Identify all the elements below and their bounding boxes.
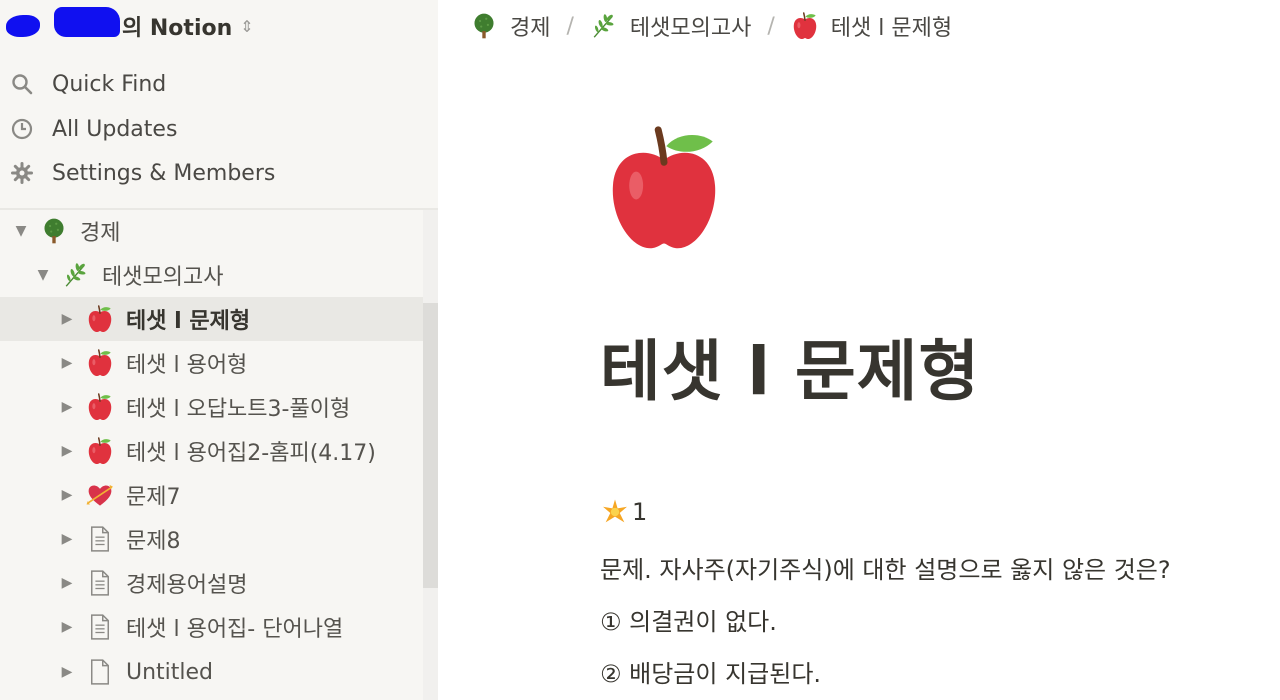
apple-icon bbox=[86, 393, 114, 421]
page-icon bbox=[86, 525, 114, 553]
breadcrumb-tesat-problem[interactable]: 테샛 l 문제형 bbox=[791, 10, 952, 42]
herb-icon bbox=[590, 12, 618, 40]
toggle-collapsed-icon[interactable]: ▶ bbox=[60, 619, 74, 635]
page-icon bbox=[86, 569, 114, 597]
tree-item-label: 테샛 l 용어형 bbox=[126, 353, 248, 378]
tree-item-label: 테샛 l 오답노트3-풀이형 bbox=[126, 397, 351, 422]
question-text[interactable]: 문제. 자사주(자기주식)에 대한 설명으로 옳지 않은 것은? bbox=[600, 550, 1171, 585]
tree-item-tesat-term[interactable]: ▶ 테샛 l 용어형 bbox=[0, 341, 423, 385]
tree-item-tesat-word-list[interactable]: ▶ 테샛 l 용어집- 단어나열 bbox=[0, 605, 423, 649]
settings-members-button[interactable]: Settings & Members bbox=[0, 151, 438, 195]
toggle-collapsed-icon[interactable]: ▶ bbox=[60, 311, 74, 327]
tree-item-label: 경제용어설명 bbox=[126, 573, 248, 598]
chevron-updown-icon: ⇕ bbox=[240, 16, 254, 36]
tree-item-label: 테샛 l 용어집2-홈피(4.17) bbox=[126, 441, 376, 466]
breadcrumb-separator: / bbox=[767, 13, 775, 39]
tree-item-label: 테샛 l 문제형 bbox=[126, 309, 251, 334]
tree-item-tesat-wrong-note[interactable]: ▶ 테샛 l 오답노트3-풀이형 bbox=[0, 385, 423, 429]
workspace-name: 의 Notion bbox=[122, 16, 233, 41]
breadcrumb-separator: / bbox=[566, 13, 574, 39]
apple-icon bbox=[86, 437, 114, 465]
sidebar: 의 Notion ⇕ Quick Find All Updates Settin… bbox=[0, 0, 438, 700]
heart-arrow-icon bbox=[86, 481, 114, 509]
tree-item-econ-terms[interactable]: ▶ 경제용어설명 bbox=[0, 561, 423, 605]
tree-item-label: 테샛모의고사 bbox=[102, 265, 224, 290]
breadcrumb: 경제 / 테샛모의고사 / 테샛 l 문제형 bbox=[438, 0, 1280, 52]
toggle-expanded-icon[interactable]: ▼ bbox=[36, 267, 50, 283]
page-icon bbox=[86, 613, 114, 641]
tree-item-economy[interactable]: ▼ 경제 bbox=[0, 209, 423, 253]
settings-members-label: Settings & Members bbox=[52, 160, 276, 186]
tree-item-tesat-glossary2[interactable]: ▶ 테샛 l 용어집2-홈피(4.17) bbox=[0, 429, 423, 473]
toggle-collapsed-icon[interactable]: ▶ bbox=[60, 664, 74, 680]
toggle-collapsed-icon[interactable]: ▶ bbox=[60, 531, 74, 547]
tree-item-problem7[interactable]: ▶ 문제7 bbox=[0, 473, 423, 517]
redacted-name bbox=[54, 7, 120, 37]
tree-item-label: 경제 bbox=[80, 221, 121, 246]
breadcrumb-tesat-mock[interactable]: 테샛모의고사 bbox=[590, 10, 751, 42]
search-icon bbox=[10, 72, 34, 96]
tree-item-label: Untitled bbox=[126, 659, 214, 685]
apple-icon bbox=[86, 305, 114, 333]
star-icon bbox=[602, 499, 628, 525]
tree-icon bbox=[40, 217, 68, 245]
toggle-collapsed-icon[interactable]: ▶ bbox=[60, 575, 74, 591]
tree-item-label: 문제7 bbox=[126, 485, 181, 510]
apple-icon bbox=[791, 12, 819, 40]
breadcrumb-label: 경제 bbox=[510, 16, 551, 41]
toggle-collapsed-icon[interactable]: ▶ bbox=[60, 443, 74, 459]
breadcrumb-label: 테샛 l 문제형 bbox=[830, 16, 953, 41]
quick-find-button[interactable]: Quick Find bbox=[0, 62, 438, 106]
gear-icon bbox=[10, 161, 34, 185]
sidebar-scrollbar-thumb[interactable] bbox=[423, 303, 438, 588]
toggle-collapsed-icon[interactable]: ▶ bbox=[60, 399, 74, 415]
page-apple-icon[interactable] bbox=[606, 124, 722, 254]
tree-item-tesat-mock[interactable]: ▼ 테샛모의고사 bbox=[0, 253, 423, 297]
question-heading[interactable]: 1 bbox=[602, 498, 647, 526]
option-2[interactable]: ② 배당금이 지급된다. bbox=[600, 654, 821, 689]
apple-icon bbox=[86, 349, 114, 377]
option-1[interactable]: ① 의결권이 없다. bbox=[600, 602, 777, 637]
workspace-switcher[interactable]: 의 Notion ⇕ bbox=[0, 0, 438, 52]
all-updates-button[interactable]: All Updates bbox=[0, 107, 438, 151]
tree-item-label: 테샛 l 용어집- 단어나열 bbox=[126, 617, 344, 642]
all-updates-label: All Updates bbox=[52, 116, 178, 142]
herb-icon bbox=[62, 261, 90, 289]
quick-find-label: Quick Find bbox=[52, 71, 167, 97]
toggle-collapsed-icon[interactable]: ▶ bbox=[60, 487, 74, 503]
tree-icon bbox=[470, 12, 498, 40]
clock-icon bbox=[10, 117, 34, 141]
breadcrumb-label: 테샛모의고사 bbox=[629, 16, 752, 41]
tree-item-tesat-problem[interactable]: ▶ 테샛 l 문제형 bbox=[0, 297, 423, 341]
toggle-collapsed-icon[interactable]: ▶ bbox=[60, 355, 74, 371]
tree-item-untitled[interactable]: ▶ Untitled bbox=[0, 650, 423, 694]
tree-item-problem8[interactable]: ▶ 문제8 bbox=[0, 517, 423, 561]
toggle-expanded-icon[interactable]: ▼ bbox=[14, 223, 28, 239]
question-number: 1 bbox=[632, 498, 648, 526]
tree-item-label: 문제8 bbox=[126, 529, 181, 554]
blank-page-icon bbox=[86, 658, 114, 686]
workspace-avatar bbox=[6, 15, 40, 37]
breadcrumb-economy[interactable]: 경제 bbox=[470, 10, 550, 42]
page-title[interactable]: 테샛 l 문제형 bbox=[600, 318, 980, 414]
